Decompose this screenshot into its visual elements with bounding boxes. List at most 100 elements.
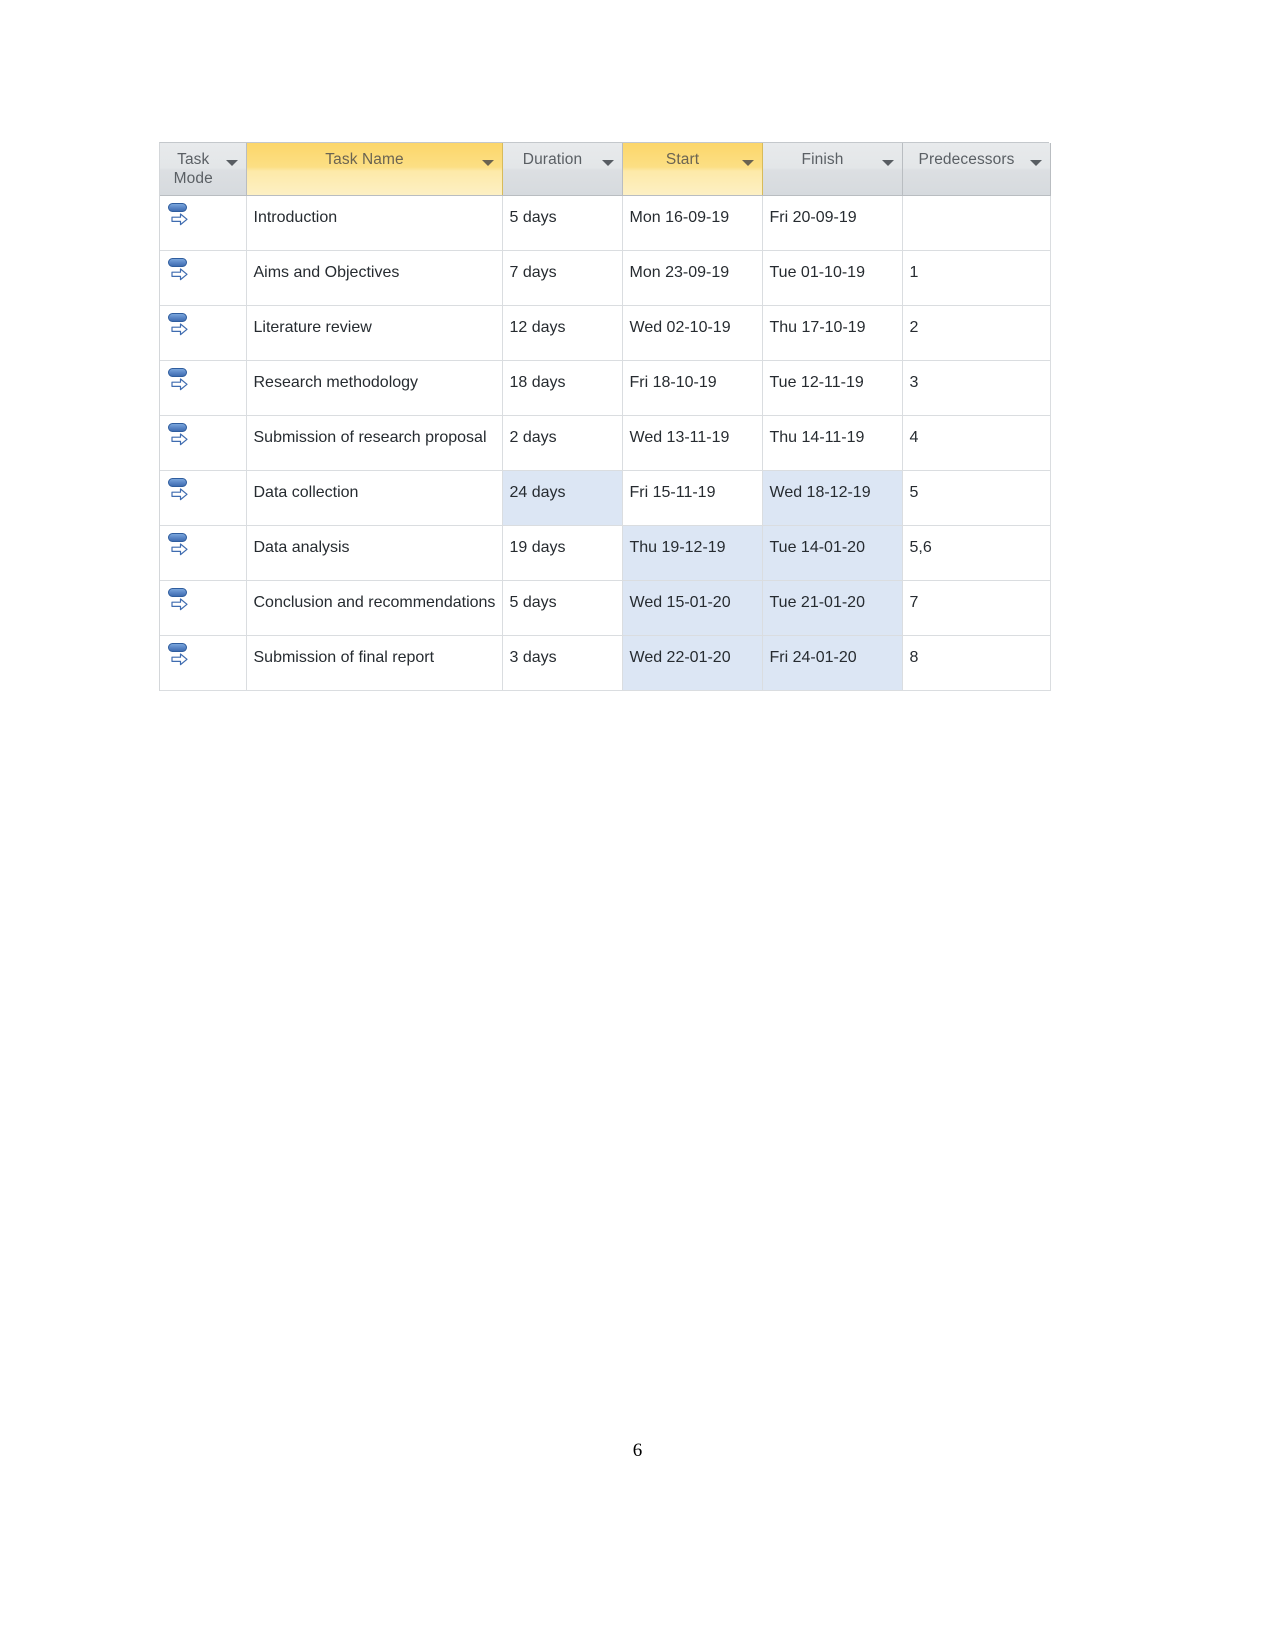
table-row[interactable]: Data collection 24 days Fri 15-11-19 Wed 18… <box>160 470 1051 526</box>
cell-duration-text: 5 days <box>509 208 557 226</box>
cell-task-mode[interactable] <box>160 305 247 361</box>
filter-dropdown-icon-duration[interactable] <box>601 160 614 166</box>
cell-duration[interactable]: 5 days <box>502 195 623 251</box>
cell-finish[interactable]: Tue 12-11-19 <box>762 360 903 416</box>
cell-start-text: Wed 22-01-20 <box>629 648 731 666</box>
cell-predecessors-text: 4 <box>909 428 919 446</box>
cell-finish[interactable]: Tue 21-01-20 <box>762 580 903 636</box>
task-bar-glyph <box>168 257 187 267</box>
cell-start[interactable]: Mon 23-09-19 <box>622 250 763 306</box>
auto-scheduled-icon <box>167 312 193 338</box>
cell-duration[interactable]: 19 days <box>502 525 623 581</box>
cell-duration[interactable]: 3 days <box>502 635 623 691</box>
cell-task-name-text: Submission of research proposal <box>253 428 487 446</box>
column-header-label-predecessors: Predecessors <box>918 151 1015 168</box>
cell-task-mode[interactable] <box>160 415 247 471</box>
cell-start[interactable]: Wed 02-10-19 <box>622 305 763 361</box>
table-row[interactable]: Literature review 12 days Wed 02-10-19 Thu … <box>160 305 1051 361</box>
cell-duration[interactable]: 24 days <box>502 470 623 526</box>
right-arrow-glyph <box>171 597 188 610</box>
cell-finish[interactable]: Thu 17-10-19 <box>762 305 903 361</box>
column-header-predecessors[interactable]: Predecessors <box>902 143 1051 196</box>
cell-predecessors[interactable]: 7 <box>902 580 1051 636</box>
table-row[interactable]: Submission of final report 3 days Wed 22-0… <box>160 635 1051 691</box>
cell-duration[interactable]: 2 days <box>502 415 623 471</box>
filter-dropdown-icon-start[interactable] <box>741 160 754 166</box>
cell-task-name-text: Data analysis <box>253 538 350 556</box>
cell-task-mode[interactable] <box>160 195 247 251</box>
right-arrow-glyph <box>171 542 188 555</box>
cell-task-name[interactable]: Data collection <box>246 470 503 526</box>
cell-task-name[interactable]: Conclusion and recommendations <box>246 580 503 636</box>
cell-finish-text: Fri 24-01-20 <box>769 648 857 666</box>
cell-predecessors[interactable]: 8 <box>902 635 1051 691</box>
column-header-duration[interactable]: Duration <box>502 143 623 196</box>
cell-duration[interactable]: 12 days <box>502 305 623 361</box>
cell-duration[interactable]: 18 days <box>502 360 623 416</box>
filter-dropdown-icon-predecessors[interactable] <box>1029 160 1042 166</box>
cell-finish[interactable]: Fri 24-01-20 <box>762 635 903 691</box>
table-row[interactable]: Aims and Objectives 7 days Mon 23-09-19 Tue… <box>160 250 1051 306</box>
cell-start[interactable]: Wed 15-01-20 <box>622 580 763 636</box>
cell-predecessors[interactable]: 5,6 <box>902 525 1051 581</box>
cell-predecessors-text: 5 <box>909 483 919 501</box>
column-header-task-mode[interactable]: Task Mode <box>160 143 247 196</box>
cell-duration-text: 7 days <box>509 263 557 281</box>
cell-finish-text: Tue 01-10-19 <box>769 263 865 281</box>
cell-task-mode[interactable] <box>160 470 247 526</box>
cell-predecessors[interactable]: 3 <box>902 360 1051 416</box>
cell-predecessors[interactable]: 1 <box>902 250 1051 306</box>
cell-start-text: Fri 15-11-19 <box>629 483 716 501</box>
cell-start[interactable]: Thu 19-12-19 <box>622 525 763 581</box>
table-row[interactable]: Data analysis 19 days Thu 19-12-19 Tue 14-0… <box>160 525 1051 581</box>
cell-predecessors[interactable]: 4 <box>902 415 1051 471</box>
cell-task-mode[interactable] <box>160 250 247 306</box>
cell-start[interactable]: Wed 22-01-20 <box>622 635 763 691</box>
table-row[interactable]: Conclusion and recommendations 5 days Wed … <box>160 580 1051 636</box>
cell-duration[interactable]: 7 days <box>502 250 623 306</box>
cell-task-name[interactable]: Submission of research proposal <box>246 415 503 471</box>
cell-task-mode[interactable] <box>160 580 247 636</box>
cell-task-name-text: Research methodology <box>253 373 419 391</box>
filter-dropdown-icon-task-name[interactable] <box>481 160 494 166</box>
cell-task-name-text: Literature review <box>253 318 372 336</box>
cell-task-name[interactable]: Aims and Objectives <box>246 250 503 306</box>
cell-start-text: Wed 15-01-20 <box>629 593 731 611</box>
auto-scheduled-icon <box>167 587 193 613</box>
cell-task-name[interactable]: Research methodology <box>246 360 503 416</box>
cell-predecessors[interactable]: 5 <box>902 470 1051 526</box>
cell-start[interactable]: Fri 18-10-19 <box>622 360 763 416</box>
cell-start[interactable]: Wed 13-11-19 <box>622 415 763 471</box>
cell-task-name[interactable]: Introduction <box>246 195 503 251</box>
column-header-start[interactable]: Start <box>622 143 763 196</box>
cell-finish[interactable]: Thu 14-11-19 <box>762 415 903 471</box>
table-row[interactable]: Research methodology 18 days Fri 18-10-19 T… <box>160 360 1051 416</box>
table-row[interactable]: Introduction 5 days Mon 16-09-19 Fri 20-09-… <box>160 195 1051 251</box>
filter-dropdown-icon-task-mode[interactable] <box>225 160 238 166</box>
cell-duration[interactable]: 5 days <box>502 580 623 636</box>
cell-start[interactable]: Mon 16-09-19 <box>622 195 763 251</box>
cell-task-name[interactable]: Data analysis <box>246 525 503 581</box>
cell-finish[interactable]: Wed 18-12-19 <box>762 470 903 526</box>
auto-scheduled-icon <box>167 422 193 448</box>
cell-finish[interactable]: Fri 20-09-19 <box>762 195 903 251</box>
cell-finish-text: Tue 21-01-20 <box>769 593 865 611</box>
cell-task-name[interactable]: Literature review <box>246 305 503 361</box>
table-row[interactable]: Submission of research proposal 2 days Wed… <box>160 415 1051 471</box>
cell-finish-text: Thu 17-10-19 <box>769 318 866 336</box>
cell-finish[interactable]: Tue 14-01-20 <box>762 525 903 581</box>
cell-task-name[interactable]: Submission of final report <box>246 635 503 691</box>
auto-scheduled-icon <box>167 477 193 503</box>
cell-predecessors[interactable]: 2 <box>902 305 1051 361</box>
cell-predecessors[interactable] <box>902 195 1051 251</box>
filter-dropdown-icon-finish[interactable] <box>881 160 894 166</box>
cell-finish[interactable]: Tue 01-10-19 <box>762 250 903 306</box>
cell-task-mode[interactable] <box>160 525 247 581</box>
cell-task-mode[interactable] <box>160 360 247 416</box>
cell-task-mode[interactable] <box>160 635 247 691</box>
task-table: Task Mode Task Name Duration Start Finis… <box>160 143 1051 691</box>
column-header-finish[interactable]: Finish <box>762 143 903 196</box>
cell-start[interactable]: Fri 15-11-19 <box>622 470 763 526</box>
column-header-task-name[interactable]: Task Name <box>246 143 503 196</box>
cell-finish-text: Wed 18-12-19 <box>769 483 871 501</box>
